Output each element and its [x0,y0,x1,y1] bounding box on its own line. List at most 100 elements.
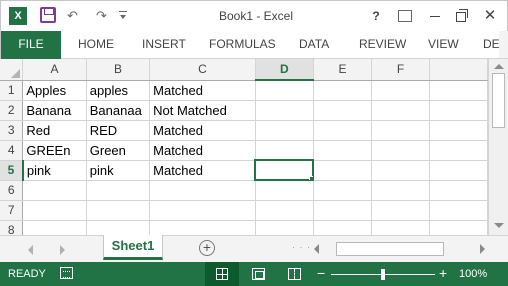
row-header[interactable]: 5 [0,160,24,181]
ribbon-scroll-right[interactable] [499,31,508,58]
cell-a2[interactable]: Banana [22,100,87,121]
vertical-scrollbar[interactable] [488,59,508,235]
column-header-b[interactable]: B [86,59,151,81]
cell-overflow[interactable] [429,220,488,235]
cell-a3[interactable]: Red [22,120,87,141]
cell-c8[interactable] [149,220,256,235]
zoom-in-button[interactable]: + [439,265,447,281]
redo-icon[interactable]: ↷ [96,8,107,24]
tab-view[interactable]: VIEW [428,31,459,58]
cell-d3[interactable] [255,120,314,141]
macro-record-icon[interactable] [60,267,73,279]
cell-b3[interactable]: RED [86,120,151,141]
cell-b5[interactable]: pink [86,160,151,181]
scroll-right-icon[interactable] [480,244,485,254]
cell-a4[interactable]: GREEn [22,140,87,161]
cell-a7[interactable] [22,200,87,221]
cell-f2[interactable] [371,100,431,121]
cell-a6[interactable] [22,180,87,201]
vertical-scroll-thumb[interactable] [492,73,505,128]
cell-f6[interactable] [371,180,431,201]
cell-b1[interactable]: apples [86,80,151,101]
row-header[interactable]: 4 [0,140,24,161]
sheet-next-icon[interactable] [60,245,65,255]
select-all-corner[interactable] [0,59,24,81]
cell-a1[interactable]: Apples [22,80,87,101]
cell-overflow[interactable] [429,100,488,121]
customize-quick-access-icon[interactable] [119,11,127,19]
scroll-up-icon[interactable] [494,64,504,69]
close-icon[interactable]: ✕ [483,6,497,26]
cell-b8[interactable] [86,220,151,235]
row-header[interactable]: 2 [0,100,24,121]
cell-c7[interactable] [149,200,256,221]
sheet-tab-sheet1[interactable]: Sheet1 [103,235,163,260]
cell-b6[interactable] [86,180,151,201]
horizontal-scroll-thumb[interactable] [336,242,444,256]
cell-c4[interactable]: Matched [149,140,256,161]
ribbon-display-options-icon[interactable] [398,10,412,22]
cell-d4[interactable] [255,140,314,161]
excel-icon[interactable]: X [9,7,27,25]
row-header[interactable]: 7 [0,200,24,221]
tab-file[interactable]: FILE [1,31,61,59]
column-header-c[interactable]: C [149,59,256,81]
cell-e8[interactable] [313,220,373,235]
cell-d1[interactable] [255,80,314,101]
cell-overflow[interactable] [429,200,488,221]
column-header-f[interactable]: F [371,59,431,81]
cell-a8[interactable] [22,220,87,235]
cell-f1[interactable] [371,80,431,101]
cell-c1[interactable]: Matched [149,80,256,101]
view-normal-button[interactable] [205,262,239,286]
tab-home[interactable]: HOME [78,31,114,58]
minimize-icon[interactable] [429,6,441,26]
cell-d7[interactable] [255,200,314,221]
column-header-overflow[interactable] [429,59,488,81]
tab-insert[interactable]: INSERT [142,31,186,58]
column-header-a[interactable]: A [22,59,87,81]
zoom-level[interactable]: 100% [459,268,487,280]
cell-d6[interactable] [255,180,314,201]
cell-e2[interactable] [313,100,373,121]
cell-e6[interactable] [313,180,373,201]
scroll-down-icon[interactable] [494,223,504,228]
row-header[interactable]: 1 [0,80,24,101]
help-icon[interactable]: ? [369,6,383,26]
cell-overflow[interactable] [429,120,488,141]
zoom-out-button[interactable]: − [317,265,325,281]
cell-overflow[interactable] [429,160,488,181]
cell-a5[interactable]: pink [22,160,87,181]
cell-overflow[interactable] [429,80,488,101]
column-header-d[interactable]: D [255,59,314,81]
cell-e1[interactable] [313,80,373,101]
cell-d5[interactable] [254,159,315,181]
sheet-prev-icon[interactable] [28,245,33,255]
cell-f5[interactable] [371,160,431,181]
row-header[interactable]: 3 [0,120,24,141]
cell-e4[interactable] [313,140,373,161]
cell-b2[interactable]: Bananaa [86,100,151,121]
cell-f7[interactable] [371,200,431,221]
cell-d8[interactable] [255,220,314,235]
restore-icon[interactable] [456,6,468,26]
cell-b7[interactable] [86,200,151,221]
cell-f3[interactable] [371,120,431,141]
horizontal-scrollbar[interactable] [308,241,489,257]
cell-c6[interactable] [149,180,256,201]
cell-e7[interactable] [313,200,373,221]
page-layout-view-icon[interactable] [252,268,265,280]
cell-overflow[interactable] [429,180,488,201]
cell-c2[interactable]: Not Matched [149,100,256,121]
cell-e5[interactable] [313,160,373,181]
undo-icon[interactable]: ↶ [67,8,78,24]
tab-data[interactable]: DATA [299,31,329,58]
cell-overflow[interactable] [429,140,488,161]
cell-d2[interactable] [255,100,314,121]
cell-c5[interactable]: Matched [149,160,256,181]
tab-formulas[interactable]: FORMULAS [209,31,276,58]
cell-c3[interactable]: Matched [149,120,256,141]
column-header-e[interactable]: E [313,59,373,81]
page-break-preview-icon[interactable] [288,268,301,280]
row-header[interactable]: 8 [0,220,24,235]
